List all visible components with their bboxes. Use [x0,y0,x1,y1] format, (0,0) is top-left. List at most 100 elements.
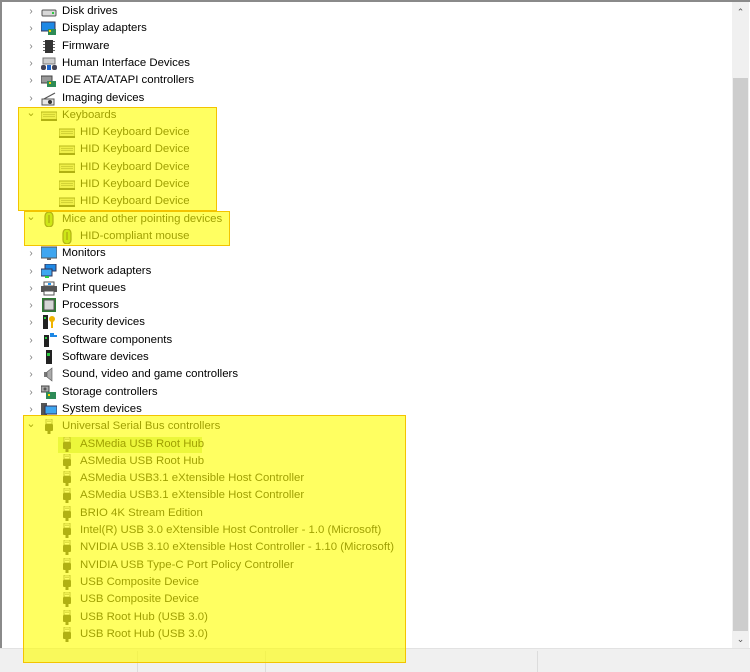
storage-controller-icon [40,385,57,400]
security-key-icon [41,315,57,330]
tree-item-label: Intel(R) USB 3.0 eXtensible Host Control… [80,524,382,536]
tree-item-label: Keyboards [62,108,117,121]
tree-item-label: Storage controllers [62,385,158,398]
tree-item-label: HID-compliant mouse [80,229,190,242]
chevron-right-icon[interactable]: › [26,401,36,418]
tree-item-label: ASMedia USB3.1 eXtensible Host Controlle… [80,472,305,485]
chevron-right-icon[interactable]: › [26,314,36,331]
chevron-right-icon[interactable]: › [26,384,36,401]
tree-item-label: ASMedia USB Root Hub [80,437,205,450]
tree-item-label: Disk drives [62,5,118,17]
tree-item-label: USB Root Hub (USB 3.0) [80,610,208,623]
tree-item-label: USB Composite Device [80,593,200,606]
tree-item-label: Security devices [62,316,145,329]
tree-item-label: HID Keyboard Device [80,126,190,139]
tree-item-label: ASMedia USB3.1 eXtensible Host Controlle… [80,489,305,502]
usb-plug-icon [59,436,75,452]
tree-item-label: Firmware [62,39,110,52]
mouse-icon [41,210,57,228]
status-pane-divider [137,651,138,672]
chevron-down-icon[interactable]: ⌄ [26,107,36,124]
disk-drive-icon [41,4,57,19]
tree-item-label: NVIDIA USB 3.10 eXtensible Host Controll… [80,541,394,554]
tree-item-label: Imaging devices [62,91,145,104]
keyboard-icon [40,108,58,123]
chevron-down-icon[interactable]: ⌄ [26,211,36,228]
keyboard-icon [58,142,76,157]
tree-item-label: USB Composite Device [80,575,200,588]
camera-icon [41,91,57,106]
tree-item-label: Processors [62,299,119,312]
scroll-up-arrow-icon[interactable]: ⌃ [732,4,749,20]
tree-item-label: Mice and other pointing devices [62,212,223,225]
chevron-right-icon[interactable]: › [26,20,36,37]
scrollbar-thumb[interactable] [733,78,748,631]
usb-plug-icon [59,522,75,538]
speaker-icon [41,367,57,382]
usb-plug-icon [59,591,75,608]
mouse-icon [59,228,75,245]
vertical-scrollbar[interactable]: ⌃ ⌄ [732,2,749,648]
chevron-right-icon[interactable]: › [26,72,36,89]
processor-icon [41,298,57,313]
chevron-right-icon[interactable]: › [26,90,36,107]
keyboard-icon [58,194,76,209]
hid-icon [41,56,57,71]
tree-item-label: HID Keyboard Device [80,178,190,190]
chevron-down-icon[interactable]: ⌄ [26,418,36,435]
status-bar [0,648,750,672]
status-pane-divider [537,651,538,672]
monitor-icon [40,246,58,261]
display-adapter-icon [40,21,57,36]
usb-plug-icon [59,557,75,573]
chevron-right-icon[interactable]: › [26,349,36,366]
tree-item-label: Software components [62,333,173,346]
software-device-icon [41,350,57,365]
chevron-right-icon[interactable]: › [26,55,36,72]
scroll-down-arrow-icon[interactable]: ⌄ [732,631,749,647]
usb-plug-icon [59,470,75,487]
tree-item-label: Universal Serial Bus controllers [62,420,221,433]
keyboard-icon [58,160,76,175]
chevron-right-icon[interactable]: › [26,245,36,262]
tree-item-label: NVIDIA USB Type-C Port Policy Controller [80,558,294,571]
chevron-right-icon[interactable]: › [26,38,36,55]
chevron-right-icon[interactable]: › [26,297,36,314]
ide-controller-icon [40,73,57,88]
usb-plug-icon [41,418,57,435]
chevron-right-icon[interactable]: › [26,263,36,280]
usb-plug-icon [59,574,75,590]
tree-item-label: HID Keyboard Device [80,160,190,173]
tree-item-label: ASMedia USB Root Hub [80,454,205,467]
firmware-chip-icon [41,39,57,54]
chevron-right-icon[interactable]: › [26,332,36,349]
tree-item-label: Human Interface Devices [62,56,190,69]
tree-item-label: Sound, video and game controllers [62,368,239,381]
software-component-icon [41,332,57,348]
chevron-right-icon[interactable]: › [26,3,36,20]
tree-item-label: Monitors [62,247,106,260]
tree-item-label: Software devices [62,351,149,363]
tree-item-label: Display adapters [62,22,147,35]
chevron-right-icon[interactable]: › [26,280,36,297]
usb-plug-icon [59,487,75,504]
chevron-right-icon[interactable]: › [26,366,36,383]
network-adapter-icon [40,263,57,279]
tree-item-label: USB Root Hub (USB 3.0) [80,627,208,640]
usb-plug-icon [59,505,75,521]
tree-item-label: HID Keyboard Device [80,143,190,156]
usb-plug-icon [59,626,75,642]
usb-plug-icon [59,453,75,469]
keyboard-icon [58,125,76,140]
tree-item-label: BRIO 4K Stream Edition [80,506,203,519]
tree-item-label: Print queues [62,281,126,294]
status-pane-divider [265,651,266,672]
keyboard-icon [58,177,76,192]
printer-icon [41,281,57,296]
usb-plug-icon [59,539,75,556]
usb-plug-icon [59,609,75,625]
tree-item-label: HID Keyboard Device [80,195,190,208]
system-devices-icon [41,402,58,417]
tree-item-label: Network adapters [62,264,152,277]
tree-item-label: System devices [62,402,142,415]
